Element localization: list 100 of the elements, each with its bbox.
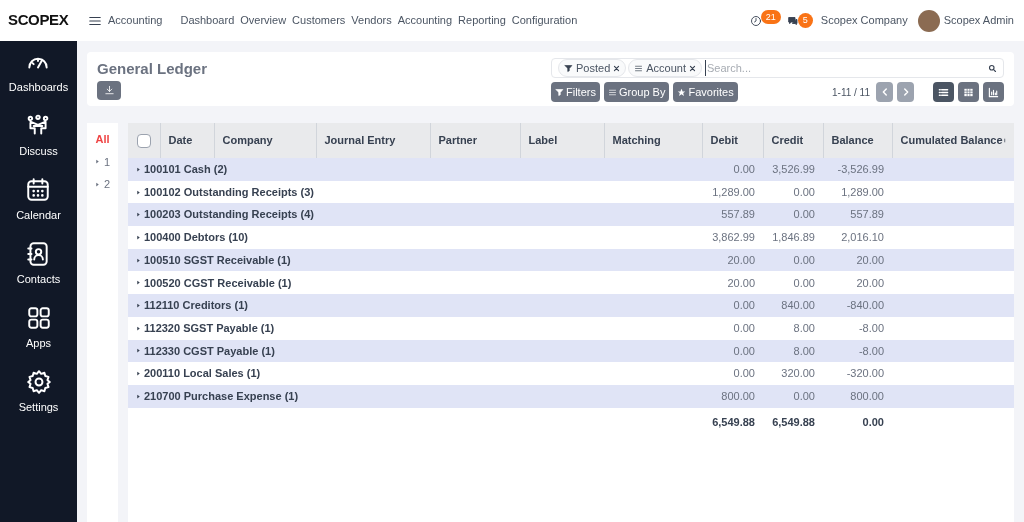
caret-icon bbox=[136, 188, 141, 196]
list-icon bbox=[634, 63, 644, 73]
caret-icon bbox=[136, 256, 141, 264]
amount-cell: 1,289.00 bbox=[823, 180, 892, 204]
sidebar-item[interactable]: Discuss bbox=[19, 113, 58, 163]
pager-text: 1-11 / 11 bbox=[832, 85, 870, 100]
amount-cell: 320.00 bbox=[763, 362, 823, 385]
caret-icon bbox=[136, 324, 141, 332]
amount-cell: 3,862.99 bbox=[702, 226, 763, 249]
settings-icon bbox=[25, 369, 52, 395]
amount-cell: 2,016.10 bbox=[823, 226, 892, 249]
amount-cell: 0.00 bbox=[763, 180, 823, 204]
company-name[interactable]: Scopex Company bbox=[820, 12, 908, 29]
bar-chart-icon bbox=[988, 86, 999, 98]
search-bar[interactable]: Posted Account Search... bbox=[551, 58, 1004, 78]
user-name[interactable]: Scopex Admin bbox=[943, 12, 1014, 29]
checkbox[interactable] bbox=[136, 133, 151, 148]
amount-cell: 20.00 bbox=[823, 271, 892, 295]
search-field[interactable]: Search... bbox=[705, 59, 986, 77]
group-row[interactable]: 100102 Outstanding Receipts (3) 1,289.00 0.00 1,289.00 bbox=[128, 180, 1014, 204]
amount-cell: -8.00 bbox=[823, 316, 892, 340]
app-name: Accounting bbox=[108, 13, 163, 29]
caret-icon bbox=[136, 211, 141, 219]
amount-cell: 840.00 bbox=[763, 294, 823, 317]
group-row[interactable]: 100510 SGST Receivable (1) 20.00 0.00 20.00 bbox=[128, 248, 1014, 272]
menu-item[interactable]: Vendors bbox=[351, 12, 392, 29]
amount-cell: 0.00 bbox=[763, 248, 823, 272]
funnel-icon bbox=[564, 63, 573, 73]
group-row[interactable]: 112320 SGST Payable (1) 0.00 8.00 -8.00 bbox=[128, 316, 1014, 340]
amount-cell: 557.89 bbox=[823, 203, 892, 227]
menu-item[interactable]: Overview bbox=[240, 12, 287, 29]
group-row[interactable]: 112330 CGST Payable (1) 0.00 8.00 -8.00 bbox=[128, 339, 1014, 363]
amount-cell: -3,526.99 bbox=[823, 158, 892, 181]
chat-icon[interactable] bbox=[786, 14, 799, 27]
amount-cell: 0.00 bbox=[702, 339, 763, 363]
total-cell: 6,549.88 bbox=[763, 407, 823, 438]
group-row[interactable]: 100203 Outstanding Receipts (4) 557.89 0.00 557.89 bbox=[128, 203, 1014, 227]
caret-icon bbox=[136, 279, 141, 287]
clock-icon[interactable] bbox=[749, 14, 762, 27]
amount-cell: 8.00 bbox=[763, 339, 823, 363]
amount-cell: 3,526.99 bbox=[763, 158, 823, 181]
download-button[interactable] bbox=[97, 80, 121, 100]
amount-cell: 0.00 bbox=[763, 203, 823, 227]
amount-cell: 0.00 bbox=[702, 316, 763, 340]
facet-label: Account bbox=[646, 60, 686, 76]
amount-cell: 20.00 bbox=[702, 248, 763, 272]
group-name: 100102 Outstanding Receipts (3) bbox=[144, 184, 314, 200]
caret-icon bbox=[136, 165, 141, 173]
group-row[interactable]: 210700 Purchase Expense (1) 800.00 0.00 800.00 bbox=[128, 384, 1014, 408]
grid-icon bbox=[963, 86, 974, 98]
sidebar-item[interactable]: Calendar bbox=[16, 177, 61, 227]
apps-icon bbox=[25, 305, 52, 331]
amount-cell: 557.89 bbox=[702, 203, 763, 227]
group-name: 100101 Cash (2) bbox=[144, 162, 228, 178]
menu-item[interactable]: Accounting bbox=[397, 12, 453, 29]
toolbar-button[interactable]: Group By bbox=[603, 82, 670, 102]
count-badge: 5 bbox=[797, 13, 813, 28]
close-icon[interactable] bbox=[613, 64, 621, 72]
amount-cell: 1,846.89 bbox=[763, 226, 823, 249]
group-name: 112320 SGST Payable (1) bbox=[144, 320, 275, 336]
sidebar-item[interactable]: Settings bbox=[18, 369, 59, 419]
view-button[interactable] bbox=[933, 82, 954, 102]
star-icon bbox=[677, 87, 687, 97]
sidebar-item[interactable]: Apps bbox=[25, 305, 52, 355]
close-icon[interactable] bbox=[689, 64, 696, 72]
level-item[interactable]: All bbox=[95, 131, 110, 148]
previous-button[interactable] bbox=[876, 82, 893, 102]
toolbar-button[interactable]: Favorites bbox=[673, 82, 738, 102]
caret-icon bbox=[136, 301, 141, 309]
group-row[interactable]: 200110 Local Sales (1) 0.00 320.00 -320.00 bbox=[128, 362, 1014, 385]
amount-cell: 20.00 bbox=[702, 271, 763, 295]
group-row[interactable]: 100101 Cash (2) 0.00 3,526.99 -3,526.99 bbox=[128, 158, 1014, 181]
group-row[interactable]: 112110 Creditors (1) 0.00 840.00 -840.00 bbox=[128, 294, 1014, 317]
view-button[interactable] bbox=[983, 82, 1004, 102]
menu-item[interactable]: Dashboard bbox=[180, 12, 235, 29]
avatar[interactable] bbox=[917, 9, 940, 32]
group-row[interactable]: 100520 CGST Receivable (1) 20.00 0.00 20.00 bbox=[128, 271, 1014, 295]
group-row[interactable]: 100400 Debtors (10) 3,862.99 1,846.89 2,016.10 bbox=[128, 226, 1014, 249]
menu-item[interactable]: Customers bbox=[292, 12, 346, 29]
amount-cell: 8.00 bbox=[763, 316, 823, 340]
next-button[interactable] bbox=[897, 82, 914, 102]
page-title: General Ledger bbox=[97, 59, 208, 79]
group-name: 100520 CGST Receivable (1) bbox=[144, 275, 292, 291]
menu-item[interactable]: Configuration bbox=[511, 12, 578, 29]
amount-cell: 800.00 bbox=[823, 384, 892, 408]
toolbar-button[interactable]: Filters bbox=[551, 82, 600, 102]
sidebar-item[interactable]: Contacts bbox=[16, 241, 61, 291]
sidebar-item[interactable]: Dashboards bbox=[8, 49, 69, 99]
group-name: 200110 Local Sales (1) bbox=[144, 366, 261, 382]
logo: SCOPEX bbox=[8, 10, 70, 31]
column-header[interactable]: Cumulated Balance bbox=[900, 132, 1003, 149]
search-icon bbox=[988, 63, 997, 73]
level-item[interactable]: 1 bbox=[94, 153, 111, 170]
amount-cell: 0.00 bbox=[702, 158, 763, 181]
level-item[interactable]: 2 bbox=[94, 176, 111, 193]
total-cell: 0.00 bbox=[823, 407, 892, 438]
download-icon bbox=[103, 84, 115, 96]
group-name: 100510 SGST Receivable (1) bbox=[144, 252, 291, 268]
view-button[interactable] bbox=[958, 82, 979, 102]
menu-item[interactable]: Reporting bbox=[458, 12, 506, 29]
